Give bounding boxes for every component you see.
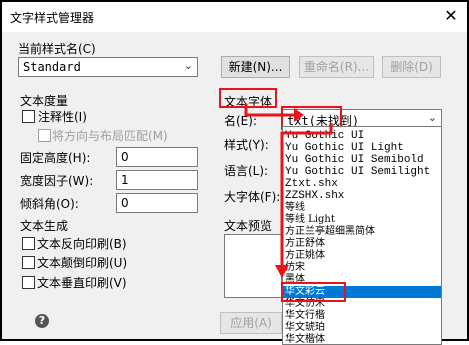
annotation-arrows	[244, 104, 333, 278]
arrow-to-selected-option	[280, 123, 333, 267]
text-style-manager-dialog: 文字样式管理器 ✕ 当前样式名(C) Standard ⌄ 新建(N)... 重…	[0, 0, 469, 345]
arrowhead-right-icon	[294, 108, 304, 122]
arrowhead-down-icon	[275, 265, 289, 278]
arrow-to-font-select	[244, 104, 294, 117]
